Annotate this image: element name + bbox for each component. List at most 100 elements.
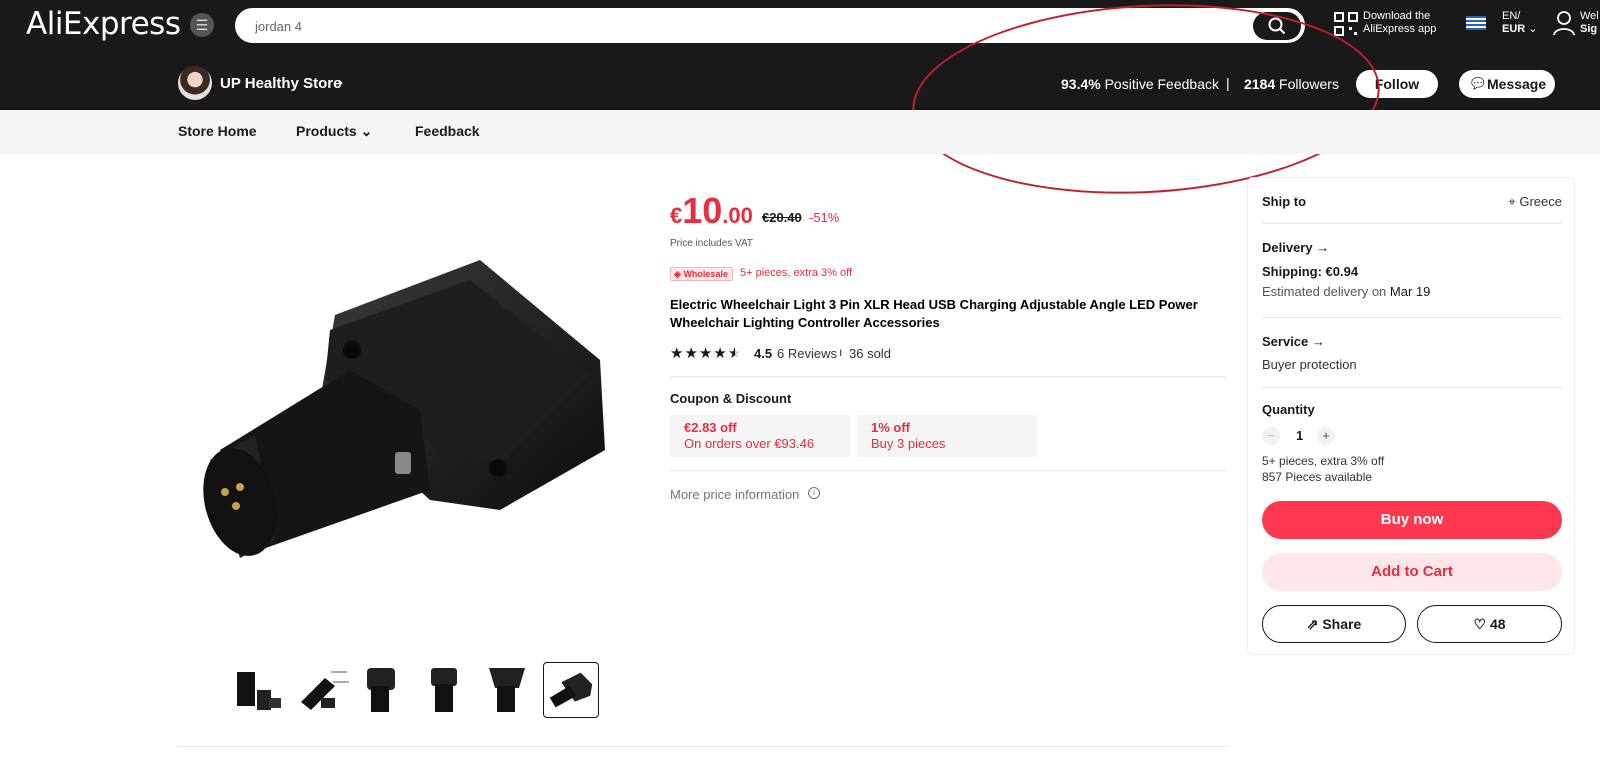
more-price-info-link[interactable]: More price information (670, 487, 799, 502)
delivery-link[interactable]: Delivery → (1262, 240, 1329, 255)
greek-flag-icon[interactable] (1466, 16, 1486, 30)
menu-icon[interactable]: ☰ (190, 13, 214, 37)
aliexpress-logo[interactable]: AliExpress (26, 6, 181, 42)
reviews-link[interactable]: 6 Reviews (777, 346, 837, 361)
search-icon (1268, 17, 1286, 35)
search-bar (235, 8, 1305, 43)
qr-code-icon[interactable] (1334, 12, 1358, 36)
wholesale-badge-label: Wholesale (683, 269, 728, 279)
current-price: €10.00 (670, 190, 753, 232)
rating-separator: ı (839, 345, 843, 359)
arrow-right-icon: → (1316, 240, 1330, 255)
coupon-card[interactable]: €2.83 off On orders over €93.46 (670, 415, 850, 457)
wholesale-note: 5+ pieces, extra 3% off (1262, 454, 1385, 468)
thumbnail-1[interactable] (233, 662, 289, 718)
sign-in-text: Sig (1580, 23, 1598, 35)
divider (178, 746, 1228, 747)
service-label: Service (1262, 334, 1309, 349)
coupon-condition: Buy 3 pieces (871, 436, 946, 451)
wholesale-badge: ◈ Wholesale (670, 267, 733, 281)
positive-feedback: 93.4% Positive Feedback (1061, 76, 1219, 92)
share-button[interactable]: ⇗ Share (1262, 605, 1406, 643)
nav-feedback[interactable]: Feedback (415, 123, 480, 139)
positive-feedback-value: 93.4% (1061, 76, 1101, 92)
language-label: EN/ (1502, 10, 1521, 22)
estimated-delivery-date: Mar 19 (1389, 284, 1431, 299)
original-price: €20.40 (762, 210, 802, 225)
user-icon[interactable] (1552, 10, 1576, 36)
nav-store-home[interactable]: Store Home (178, 123, 257, 139)
price-currency: € (670, 203, 683, 228)
ship-to-selector[interactable]: ⌖ Greece (1508, 194, 1562, 210)
account-link[interactable]: Wel Sig (1580, 10, 1599, 36)
coupon-amount: €2.83 off (684, 420, 737, 435)
thumbnail-5[interactable] (481, 662, 537, 718)
star-rating[interactable]: ★★★★★ (670, 344, 742, 362)
pieces-available: 857 Pieces available (1262, 470, 1373, 484)
estimated-delivery: Estimated delivery on Mar 19 (1262, 284, 1430, 299)
nav-products-label: Products (296, 123, 357, 139)
chevron-right-icon[interactable]: › (338, 74, 343, 91)
vat-note: Price includes VAT (670, 238, 753, 249)
info-icon[interactable]: i (808, 487, 820, 499)
buy-now-button[interactable]: Buy now (1262, 501, 1562, 539)
divider (1262, 223, 1562, 224)
quantity-label: Quantity (1262, 402, 1315, 417)
share-label: Share (1322, 616, 1362, 632)
welcome-text: Wel (1580, 10, 1599, 22)
divider (670, 470, 1226, 471)
chevron-down-icon: ⌄ (360, 123, 373, 139)
thumbnail-6[interactable] (543, 662, 599, 718)
thumbnail-2[interactable] (295, 662, 351, 718)
sold-count: 36 sold (849, 346, 891, 361)
share-icon: ⇗ (1306, 616, 1319, 632)
star-icon: ★ (684, 345, 699, 362)
quantity-decrease-button[interactable]: − (1262, 427, 1280, 445)
star-icon: ★ (670, 345, 685, 362)
product-main-image[interactable] (200, 240, 630, 580)
ship-to-value: Greece (1519, 194, 1562, 209)
location-pin-icon: ⌖ (1508, 194, 1516, 209)
coupon-card[interactable]: 1% off Buy 3 pieces (857, 415, 1037, 457)
message-button[interactable]: 💬 Message (1459, 70, 1555, 98)
store-name[interactable]: UP Healthy Store (220, 75, 341, 92)
download-app-link[interactable]: Download the AliExpress app (1363, 10, 1443, 36)
language-currency-selector[interactable]: EN/ EUR ⌄ (1502, 10, 1538, 36)
quantity-increase-button[interactable]: + (1317, 427, 1335, 445)
wishlist-button[interactable]: ♡ 48 (1417, 605, 1562, 643)
ship-to-label: Ship to (1262, 194, 1307, 209)
discount-percent: -51% (809, 210, 840, 225)
top-header: AliExpress ☰ Download the AliExpress app… (0, 0, 1600, 110)
stats-separator: | (1226, 75, 1230, 91)
buyer-protection: Buyer protection (1262, 357, 1357, 372)
search-input[interactable] (255, 16, 1155, 36)
followers-count: 2184 Followers (1244, 76, 1339, 92)
store-navigation: Store Home Products ⌄ Feedback (0, 110, 1600, 154)
half-star-icon: ★ (727, 345, 743, 362)
thumbnail-4[interactable] (419, 662, 475, 718)
rating-value: 4.5 (754, 346, 773, 361)
positive-feedback-label: Positive Feedback (1104, 76, 1219, 92)
thumbnail-3[interactable] (357, 662, 413, 718)
follow-button[interactable]: Follow (1356, 70, 1438, 98)
store-avatar[interactable] (178, 66, 212, 100)
followers-label: Followers (1279, 76, 1339, 92)
shipping-cost: Shipping: €0.94 (1262, 264, 1359, 279)
coupon-condition: On orders over €93.46 (684, 436, 815, 451)
add-to-cart-button[interactable]: Add to Cart (1262, 553, 1562, 591)
search-button[interactable] (1253, 12, 1301, 40)
message-label: Message (1487, 76, 1547, 92)
price-decimal: .00 (722, 203, 753, 228)
download-app-line2: AliExpress app (1363, 23, 1437, 35)
tag-icon: ◈ (674, 269, 681, 279)
download-app-line1: Download the (1363, 10, 1431, 22)
quantity-input[interactable]: 1 (1296, 428, 1303, 443)
estimated-delivery-prefix: Estimated delivery on (1262, 284, 1387, 299)
purchase-panel: Ship to ⌖ Greece Delivery → Shipping: €0… (1247, 177, 1575, 655)
chat-bubble-icon: 💬 (1471, 78, 1485, 90)
wishlist-count: 48 (1489, 616, 1506, 632)
nav-products[interactable]: Products ⌄ (296, 123, 372, 140)
service-link[interactable]: Service → (1262, 334, 1325, 349)
followers-value: 2184 (1244, 76, 1276, 92)
chevron-down-icon: ⌄ (1528, 23, 1538, 35)
